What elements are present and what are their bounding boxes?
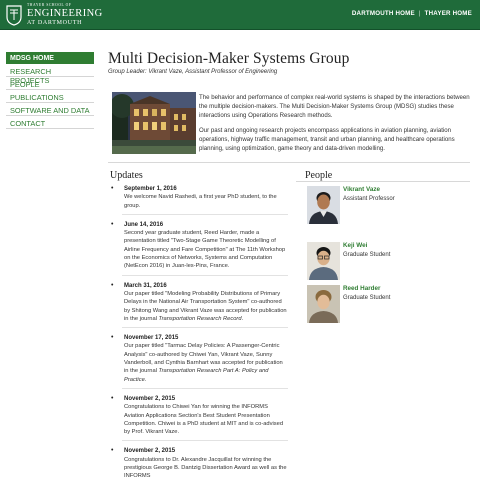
sidebar-nav: MDSG HOME RESEARCH PROJECTS PEOPLE PUBLI… xyxy=(6,52,94,129)
divider xyxy=(122,387,288,389)
update-text: Congratulations to Dr. Alexandre Jacquil… xyxy=(124,456,287,480)
person-name[interactable]: Keji Wei xyxy=(343,242,367,249)
updates-heading: Updates xyxy=(110,170,143,181)
bullet-icon: • xyxy=(111,334,114,342)
sidebar-item-research-projects[interactable]: RESEARCH PROJECTS xyxy=(6,64,94,85)
divider xyxy=(122,327,288,329)
divider xyxy=(108,162,470,163)
bullet-icon: • xyxy=(111,394,114,402)
avatar[interactable] xyxy=(307,186,340,224)
update-date: March 31, 2016 xyxy=(124,282,167,289)
bullet-icon: • xyxy=(111,220,114,228)
top-nav: DARTMOUTH HOME | THAYER HOME xyxy=(352,10,472,17)
update-date: June 14, 2016 xyxy=(124,221,164,228)
divider xyxy=(122,274,288,276)
update-text-end: . xyxy=(241,315,244,322)
list-item: • June 14, 2016 Second year graduate stu… xyxy=(110,221,288,271)
logo-mid-text: AT DARTMOUTH xyxy=(27,20,83,27)
page-title: Multi Decision-Maker Systems Group xyxy=(108,50,350,67)
person-role: Graduate Student xyxy=(343,252,391,258)
update-date: September 1, 2016 xyxy=(124,186,177,192)
list-item: • November 17, 2015 Our paper titled "Ta… xyxy=(110,334,288,384)
person-role: Graduate Student xyxy=(343,295,391,301)
dartmouth-home-link[interactable]: DARTMOUTH HOME xyxy=(352,10,415,17)
avatar[interactable] xyxy=(307,285,340,323)
list-item: • September 1, 2016 We welcome Navid Ras… xyxy=(110,185,288,210)
divider xyxy=(122,440,288,442)
sidebar-item-publications[interactable]: PUBLICATIONS xyxy=(6,90,94,103)
logo-big-text: ENGINEERING xyxy=(27,7,103,19)
intro-paragraph-2: Our past and ongoing research projects e… xyxy=(199,126,455,153)
site-header: THAYER SCHOOL OF ENGINEERING AT DARTMOUT… xyxy=(0,0,480,30)
nav-separator: | xyxy=(418,10,421,17)
update-text: Second year graduate student, Reed Harde… xyxy=(124,230,286,270)
person-name[interactable]: Vikrant Vaze xyxy=(343,186,380,193)
people-heading: People xyxy=(305,170,333,181)
group-leader-text: Group Leader: Vikrant Vaze, Assistant Pr… xyxy=(108,69,278,75)
intro-paragraph-1: The behavior and performance of complex … xyxy=(199,94,470,120)
sidebar-item-software-data[interactable]: SOFTWARE AND DATA xyxy=(6,103,94,116)
list-item: • November 2, 2015 Congratulations to Dr… xyxy=(110,447,288,480)
bullet-icon: • xyxy=(111,447,114,455)
divider xyxy=(122,213,288,215)
update-date: November 2, 2015 xyxy=(124,395,176,402)
thayer-logo[interactable]: THAYER SCHOOL OF ENGINEERING AT DARTMOUT… xyxy=(6,3,103,27)
bullet-icon: • xyxy=(111,185,114,192)
list-item: • March 31, 2016 Our paper titled "Model… xyxy=(110,282,288,323)
update-date: November 17, 2015 xyxy=(124,335,179,342)
bullet-icon: • xyxy=(111,281,114,289)
building-photo xyxy=(112,92,196,154)
journal-title: Transportation Research Record xyxy=(158,315,242,322)
divider xyxy=(296,181,470,182)
person-name[interactable]: Reed Harder xyxy=(343,285,380,292)
avatar[interactable] xyxy=(307,242,340,280)
update-text: We welcome Navid Rashedi, a first year P… xyxy=(124,194,277,209)
thayer-home-link[interactable]: THAYER HOME xyxy=(425,10,472,17)
update-text-end: . xyxy=(144,376,147,383)
list-item: • November 2, 2015 Congratulations to Ch… xyxy=(110,395,288,436)
updates-list: • September 1, 2016 We welcome Navid Ras… xyxy=(110,185,288,480)
shield-icon xyxy=(6,4,22,26)
sidebar-item-contact[interactable]: CONTACT xyxy=(6,116,94,129)
sidebar-item-home[interactable]: MDSG HOME xyxy=(6,52,94,64)
person-role: Assistant Professor xyxy=(343,196,395,202)
update-text: Congratulations to Chiwei Yan for winnin… xyxy=(124,404,284,436)
intro-text: The behavior and performance of complex … xyxy=(199,93,471,158)
update-date: November 2, 2015 xyxy=(124,448,176,455)
